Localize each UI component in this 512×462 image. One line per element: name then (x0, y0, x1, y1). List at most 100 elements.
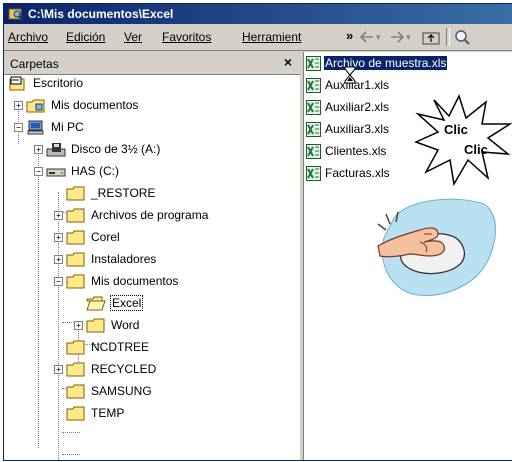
chevron-down-icon: ▾ (376, 31, 381, 42)
file-item-clientes[interactable]: Clientes.xls (306, 142, 387, 160)
tree-item-label: TEMP (91, 406, 125, 420)
tree-item-label: Mis documentos (91, 274, 179, 288)
tree-connector (38, 148, 39, 448)
file-item-auxiliar3[interactable]: Auxiliar3.xls (306, 120, 390, 138)
tree-item-label: Word (111, 318, 140, 332)
file-item-auxiliar2[interactable]: Auxiliar2.xls (306, 98, 390, 116)
click-starburst-callout (414, 94, 512, 187)
tree-item-label: Corel (91, 230, 120, 244)
folders-pane-header: Carpetas × (4, 52, 300, 75)
tree-item-samsung[interactable]: SAMSUNG (66, 382, 153, 400)
menu-favoritos[interactable]: Favoritos (162, 30, 211, 44)
desktop-icon (9, 76, 25, 90)
collapse-toggle[interactable]: − (54, 277, 63, 286)
toolbar-separator (446, 28, 450, 46)
tree-item-ncdtree[interactable]: NCDTREE (66, 338, 150, 356)
tree-item-restore[interactable]: _RESTORE (66, 184, 156, 202)
tree-item-label: Excel (110, 295, 144, 311)
menu-ver[interactable]: Ver (124, 30, 142, 44)
file-item-facturas[interactable]: Facturas.xls (306, 164, 391, 182)
explorer-icon (8, 8, 23, 21)
menu-archivo[interactable]: Archivo (8, 30, 48, 44)
tree-connector (62, 454, 80, 455)
tree-item-label: Mi PC (51, 120, 84, 134)
folder-icon (66, 274, 85, 288)
floppy-drive-icon (46, 142, 66, 156)
explorer-window: C:\Mis documentos\Excel Archivo Edición … (3, 3, 512, 461)
up-folder-button[interactable] (422, 28, 440, 46)
expand-toggle[interactable]: + (54, 233, 63, 242)
menu-more-chevron[interactable]: » (346, 28, 353, 43)
hourglass-cursor-icon (344, 66, 356, 84)
folder-icon (66, 406, 85, 420)
computer-icon (27, 120, 44, 134)
file-name: Archivo de muestra.xls (324, 56, 448, 70)
file-name: Auxiliar1.xls (325, 78, 390, 92)
folders-pane: Carpetas × Escritorio + Mis documentos −… (4, 52, 303, 460)
file-item-archivo-de-muestra[interactable]: Archivo de muestra.xls (306, 54, 448, 72)
title-bar[interactable]: C:\Mis documentos\Excel (4, 4, 512, 24)
tree-item-label: Escritorio (33, 76, 84, 90)
tree-item-archivos-de-programa[interactable]: Archivos de programa (66, 206, 209, 224)
menu-herramientas-label: Herramient (242, 30, 302, 44)
expand-toggle[interactable]: + (54, 255, 63, 264)
tree-item-excel[interactable]: Excel (86, 294, 144, 312)
menu-favoritos-label: Favoritos (162, 30, 212, 44)
folder-icon (66, 384, 85, 398)
tree-item-label: Instaladores (91, 252, 157, 266)
menu-archivo-label: Archivo (8, 30, 49, 44)
folders-pane-title: Carpetas (10, 57, 59, 71)
excel-file-icon (306, 99, 321, 115)
expand-toggle[interactable]: + (54, 365, 63, 374)
tree-item-disco-a[interactable]: Disco de 3½ (A:) (46, 140, 161, 158)
menu-ver-label: Ver (124, 30, 143, 44)
expand-toggle[interactable]: + (74, 321, 83, 330)
tree-item-escritorio[interactable]: Escritorio (8, 74, 84, 92)
tree-item-corel[interactable]: Corel (66, 228, 121, 246)
tree-connector (62, 432, 80, 433)
tree-item-label: RECYCLED (91, 362, 157, 376)
forward-button[interactable]: ▾ (390, 28, 411, 46)
back-button[interactable]: ▾ (360, 28, 381, 46)
folder-icon (66, 208, 85, 222)
file-name: Auxiliar2.xls (325, 100, 390, 114)
tree-item-label: Archivos de programa (91, 208, 209, 222)
excel-file-icon (306, 121, 321, 137)
chevron-down-icon: ▾ (406, 31, 411, 42)
menu-herramientas[interactable]: Herramient (242, 30, 342, 44)
tree-item-mis-documentos[interactable]: Mis documentos (26, 96, 139, 114)
tree-item-label: NCDTREE (91, 340, 150, 354)
folder-icon (66, 186, 85, 200)
tree-item-word[interactable]: Word (86, 316, 140, 334)
search-button[interactable] (454, 28, 470, 46)
collapse-toggle[interactable]: − (34, 167, 43, 176)
expand-toggle[interactable]: + (14, 101, 23, 110)
excel-file-icon (306, 165, 321, 181)
file-name: Auxiliar3.xls (325, 122, 390, 136)
tree-item-label: _RESTORE (91, 186, 156, 200)
tree-item-instaladores[interactable]: Instaladores (66, 250, 157, 268)
tree-item-recycled[interactable]: RECYCLED (66, 360, 157, 378)
folder-icon (66, 252, 85, 266)
search-icon (455, 30, 470, 45)
tree-item-mis-documentos-c[interactable]: Mis documentos (66, 272, 179, 290)
expand-toggle[interactable]: + (54, 211, 63, 220)
up-folder-icon (422, 32, 440, 44)
file-list-pane: Archivo de muestra.xls Auxiliar1.xls Aux… (303, 52, 512, 460)
tree-item-label: SAMSUNG (91, 384, 152, 398)
excel-file-icon (306, 77, 321, 93)
hard-drive-icon (46, 168, 66, 176)
tree-item-has-c[interactable]: HAS (C:) (46, 162, 120, 180)
folder-icon (66, 230, 85, 244)
menu-bar: Archivo Edición Ver Favoritos Herramient… (4, 24, 512, 51)
menu-edicion[interactable]: Edición (66, 30, 105, 44)
hand-mouse-illustration (377, 198, 496, 296)
tree-item-mi-pc[interactable]: Mi PC (26, 118, 85, 136)
back-arrow-icon (360, 31, 373, 43)
file-name: Clientes.xls (325, 144, 387, 158)
close-icon[interactable]: × (284, 54, 292, 70)
expand-toggle[interactable]: + (34, 145, 43, 154)
collapse-toggle[interactable]: − (14, 123, 23, 132)
tree-item-temp[interactable]: TEMP (66, 404, 125, 422)
callout-text-2: Clic (464, 142, 488, 157)
